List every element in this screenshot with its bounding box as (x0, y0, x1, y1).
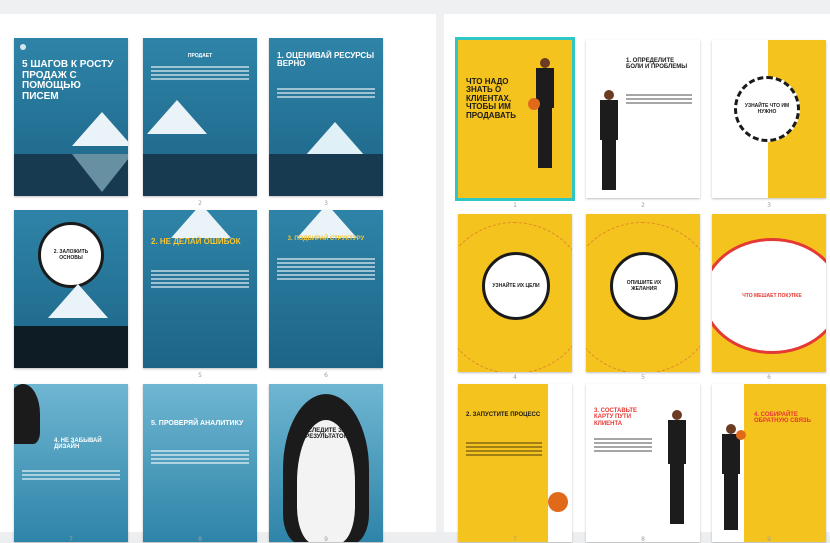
callout-text: 2. ЗАЛОЖИТЬ ОСНОВЫ (53, 249, 89, 261)
basketball-player-icon (662, 410, 692, 534)
basketball-player-icon (592, 90, 626, 190)
callout-text: УЗНАЙТЕ ИХ ЦЕЛИ (492, 283, 540, 289)
slide-thumbnail[interactable]: ОПИШИТЕ ИХ ЖЕЛАНИЯ (586, 214, 700, 372)
presentation-grid-right: ЧТО НАДО ЗНАТЬ О КЛИЕНТАХ, ЧТОБЫ ИМ ПРОД… (444, 14, 830, 543)
white-strip-shape (548, 384, 572, 542)
callout-circle: ОПИШИТЕ ИХ ЖЕЛАНИЯ (610, 252, 678, 320)
page-number: 6 (767, 374, 771, 381)
slide-title: ЧТО НАДО ЗНАТЬ О КЛИЕНТАХ, ЧТОБЫ ИМ ПРОД… (466, 77, 516, 120)
text-lines (151, 64, 249, 82)
slide-thumbnail[interactable]: 3. СОСТАВЬТЕ КАРТУ ПУТИ КЛИЕНТА (586, 384, 700, 542)
iceberg-icon (72, 112, 128, 146)
callout-text: ЧТО МЕШАЕТ ПОКУПКЕ (742, 293, 802, 299)
text-lines (22, 468, 120, 482)
slide-thumbnail-selected[interactable]: ЧТО НАДО ЗНАТЬ О КЛИЕНТАХ, ЧТОБЫ ИМ ПРОД… (455, 37, 575, 201)
iceberg-icon (48, 284, 108, 318)
slide-title: 5. ПРОВЕРЯЙ АНАЛИТИКУ (151, 420, 244, 427)
slide-thumbnail[interactable]: УЗНАЙТЕ ЧТО ИМ НУЖНО (712, 40, 826, 198)
page-number: 8 (198, 536, 202, 543)
sea-shape (269, 154, 383, 196)
iceberg-icon (297, 210, 357, 238)
page-number: 5 (198, 372, 202, 379)
page-number: 5 (641, 374, 645, 381)
page-number: 7 (513, 536, 517, 543)
text-lines (594, 436, 652, 454)
sea-shape (143, 154, 257, 196)
slide-thumbnail[interactable]: 2. ЗАЛОЖИТЬ ОСНОВЫ (14, 210, 128, 368)
slide-title: 4. НЕ ЗАБЫВАЙ ДИЗАЙН (54, 438, 102, 451)
page-number: 3 (767, 202, 771, 209)
page-number: 4 (513, 374, 517, 381)
slide-title: 1. ОЦЕНИВАЙ РЕСУРСЫ ВЕРНО (277, 51, 375, 69)
page-number: 2 (198, 200, 202, 207)
text-lines (626, 92, 692, 106)
page-number: 2 (641, 202, 645, 209)
callout-text: ОПИШИТЕ ИХ ЖЕЛАНИЯ (626, 280, 662, 292)
iceberg-icon (305, 122, 365, 156)
slide-thumbnail[interactable]: 5 ШАГОВ К РОСТУ ПРОДАЖ С ПОМОЩЬЮ ПИСЕМ (14, 38, 128, 196)
slide-thumbnail[interactable]: 2. НЕ ДЕЛАЙ ОШИБОК (143, 210, 257, 368)
page-number: 9 (324, 536, 328, 543)
slide-title: 2. НЕ ДЕЛАЙ ОШИБОК (151, 237, 241, 246)
callout-circle: ЧТО МЕШАЕТ ПОКУПКЕ (712, 238, 826, 354)
slide-title: 1. ОПРЕДЕЛИТЕ БОЛИ И ПРОБЛЕМЫ (626, 58, 688, 71)
slide-title: ПРОДАЕТ (187, 53, 213, 59)
text-lines (277, 256, 375, 282)
slide-thumbnail[interactable]: 1. ОЦЕНИВАЙ РЕСУРСЫ ВЕРНО (269, 38, 383, 196)
slide-title: 2. ЗАПУСТИТЕ ПРОЦЕСС (466, 412, 541, 418)
slide-thumbnail[interactable]: СЛЕДИТЕ ЗА РЕЗУЛЬТАТОМ (269, 384, 383, 542)
presentation-grid-left: 5 ШАГОВ К РОСТУ ПРОДАЖ С ПОМОЩЬЮ ПИСЕМ П… (0, 14, 436, 543)
iceberg-icon (147, 100, 207, 134)
slide-thumbnail[interactable]: УЗНАЙТЕ ИХ ЦЕЛИ (458, 214, 572, 372)
callout-text: УЗНАЙТЕ ЧТО ИМ НУЖНО (744, 103, 790, 115)
basketball-icon (736, 430, 746, 440)
page-number: 8 (641, 536, 645, 543)
text-lines (277, 86, 375, 100)
text-lines (151, 268, 249, 290)
slide-thumbnail[interactable]: ПРОДАЕТ (143, 38, 257, 196)
slide-thumbnail[interactable]: 5. ПРОВЕРЯЙ АНАЛИТИКУ (143, 384, 257, 542)
slide-thumbnail[interactable]: 4. СОБИРАЙТЕ ОБРАТНУЮ СВЯЗЬ (712, 384, 826, 542)
callout-circle: УЗНАЙТЕ ЧТО ИМ НУЖНО (734, 76, 800, 142)
slide-thumbnail[interactable]: 4. НЕ ЗАБЫВАЙ ДИЗАЙН (14, 384, 128, 542)
iceberg-icon (171, 210, 231, 238)
callout-circle: 2. ЗАЛОЖИТЬ ОСНОВЫ (38, 222, 104, 288)
page-number: 3 (324, 200, 328, 207)
basketball-icon (528, 98, 540, 110)
page-number: 6 (324, 372, 328, 379)
sea-shape (14, 326, 128, 368)
slide-thumbnail[interactable]: 3. ПОДБИРАЙ СТРУКТУРУ (269, 210, 383, 368)
slide-title: 4. СОБИРАЙТЕ ОБРАТНУЮ СВЯЗЬ (754, 412, 811, 425)
basketball-icon (548, 492, 568, 512)
iceberg-underwater-icon (72, 154, 128, 192)
logo-icon (20, 44, 26, 50)
slide-title: СЛЕДИТЕ ЗА РЕЗУЛЬТАТОМ (305, 428, 349, 441)
slide-title: 3. СОСТАВЬТЕ КАРТУ ПУТИ КЛИЕНТА (594, 408, 638, 427)
text-lines (466, 440, 542, 458)
slide-thumbnail[interactable]: 1. ОПРЕДЕЛИТЕ БОЛИ И ПРОБЛЕМЫ (586, 40, 700, 198)
basketball-player-icon (714, 424, 748, 536)
page-number: 1 (513, 202, 517, 209)
canvas: 5 ШАГОВ К РОСТУ ПРОДАЖ С ПОМОЩЬЮ ПИСЕМ П… (0, 0, 830, 543)
slide-title: 5 ШАГОВ К РОСТУ ПРОДАЖ С ПОМОЩЬЮ ПИСЕМ (22, 59, 114, 102)
callout-circle: УЗНАЙТЕ ИХ ЦЕЛИ (482, 252, 550, 320)
basketball-player-icon (532, 58, 558, 178)
slide-thumbnail[interactable]: ЧТО МЕШАЕТ ПОКУПКЕ (712, 214, 826, 372)
page-number: 7 (69, 536, 73, 543)
penguin-icon (14, 384, 40, 444)
yellow-half-shape (744, 384, 826, 542)
slide-title: 3. ПОДБИРАЙ СТРУКТУРУ (287, 236, 365, 242)
text-lines (151, 448, 249, 466)
slide-thumbnail[interactable]: 2. ЗАПУСТИТЕ ПРОЦЕСС (458, 384, 572, 542)
page-number: 9 (767, 536, 771, 543)
